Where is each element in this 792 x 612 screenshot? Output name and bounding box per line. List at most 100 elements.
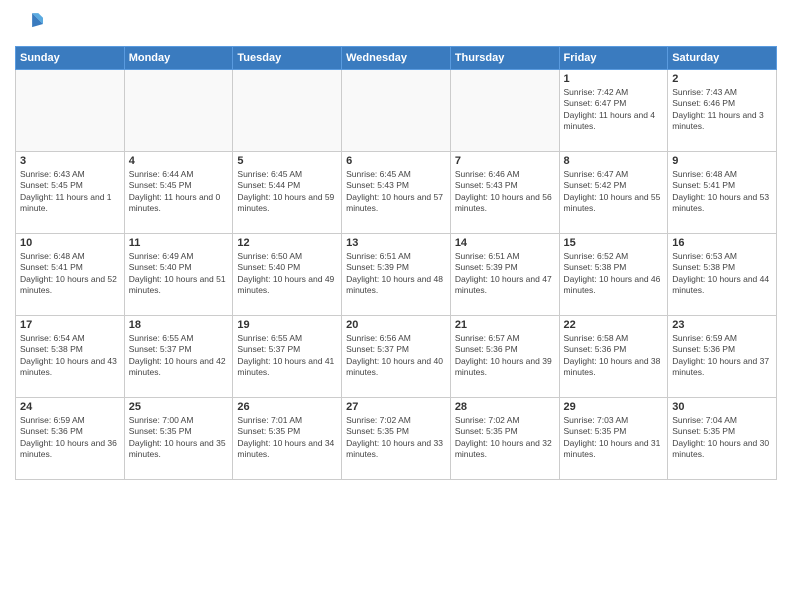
day-info: Sunrise: 7:01 AM Sunset: 5:35 PM Dayligh… [237, 415, 337, 461]
day-info: Sunrise: 6:55 AM Sunset: 5:37 PM Dayligh… [129, 333, 229, 379]
day-number: 17 [20, 319, 120, 331]
calendar-cell: 11 Sunrise: 6:49 AM Sunset: 5:40 PM Dayli… [124, 234, 233, 316]
day-number: 25 [129, 401, 229, 413]
day-info: Sunrise: 6:59 AM Sunset: 5:36 PM Dayligh… [672, 333, 772, 379]
day-number: 4 [129, 155, 229, 167]
calendar-cell: 28 Sunrise: 7:02 AM Sunset: 5:35 PM Dayli… [450, 398, 559, 480]
day-info: Sunrise: 6:56 AM Sunset: 5:37 PM Dayligh… [346, 333, 446, 379]
day-info: Sunrise: 6:51 AM Sunset: 5:39 PM Dayligh… [455, 251, 555, 297]
day-info: Sunrise: 6:59 AM Sunset: 5:36 PM Dayligh… [20, 415, 120, 461]
day-number: 27 [346, 401, 446, 413]
calendar-cell: 24 Sunrise: 6:59 AM Sunset: 5:36 PM Dayli… [16, 398, 125, 480]
day-info: Sunrise: 6:50 AM Sunset: 5:40 PM Dayligh… [237, 251, 337, 297]
calendar-cell: 26Sunrise: 7:01 AM Sunset: 5:35 PM Dayli… [233, 398, 342, 480]
calendar-body: 1Sunrise: 7:42 AM Sunset: 6:47 PM Daylig… [16, 70, 777, 480]
week-row-2: 10 Sunrise: 6:48 AM Sunset: 5:41 PM Dayli… [16, 234, 777, 316]
calendar-cell: 4 Sunrise: 6:44 AM Sunset: 5:45 PM Daylig… [124, 152, 233, 234]
day-info: Sunrise: 6:55 AM Sunset: 5:37 PM Dayligh… [237, 333, 337, 379]
day-number: 7 [455, 155, 555, 167]
day-number: 6 [346, 155, 446, 167]
calendar-cell: 6 Sunrise: 6:45 AM Sunset: 5:43 PM Daylig… [342, 152, 451, 234]
calendar-cell: 13 Sunrise: 6:51 AM Sunset: 5:39 PM Dayli… [342, 234, 451, 316]
day-info: Sunrise: 6:48 AM Sunset: 5:41 PM Dayligh… [20, 251, 120, 297]
calendar-cell: 22 Sunrise: 6:58 AM Sunset: 5:36 PM Dayli… [559, 316, 668, 398]
calendar-header: SundayMondayTuesdayWednesdayThursdayFrid… [16, 47, 777, 70]
day-number: 20 [346, 319, 446, 331]
page-container: SundayMondayTuesdayWednesdayThursdayFrid… [0, 0, 792, 490]
day-number: 2 [672, 73, 772, 85]
day-number: 12 [237, 237, 337, 249]
day-number: 29 [564, 401, 664, 413]
day-info: Sunrise: 7:04 AM Sunset: 5:35 PM Dayligh… [672, 415, 772, 461]
day-info: Sunrise: 6:45 AM Sunset: 5:43 PM Dayligh… [346, 169, 446, 215]
calendar-cell [233, 70, 342, 152]
calendar-cell [450, 70, 559, 152]
calendar-table: SundayMondayTuesdayWednesdayThursdayFrid… [15, 46, 777, 480]
day-number: 28 [455, 401, 555, 413]
day-number: 13 [346, 237, 446, 249]
day-info: Sunrise: 7:42 AM Sunset: 6:47 PM Dayligh… [564, 87, 664, 133]
calendar-cell: 23 Sunrise: 6:59 AM Sunset: 5:36 PM Dayli… [668, 316, 777, 398]
day-info: Sunrise: 6:43 AM Sunset: 5:45 PM Dayligh… [20, 169, 120, 215]
week-row-1: 3Sunrise: 6:43 AM Sunset: 5:45 PM Daylig… [16, 152, 777, 234]
day-number: 11 [129, 237, 229, 249]
week-row-3: 17 Sunrise: 6:54 AM Sunset: 5:38 PM Dayli… [16, 316, 777, 398]
calendar-cell: 3Sunrise: 6:43 AM Sunset: 5:45 PM Daylig… [16, 152, 125, 234]
day-number: 21 [455, 319, 555, 331]
day-info: Sunrise: 6:44 AM Sunset: 5:45 PM Dayligh… [129, 169, 229, 215]
day-number: 10 [20, 237, 120, 249]
calendar-cell: 16 Sunrise: 6:53 AM Sunset: 5:38 PM Dayli… [668, 234, 777, 316]
day-info: Sunrise: 6:54 AM Sunset: 5:38 PM Dayligh… [20, 333, 120, 379]
day-header-saturday: Saturday [668, 47, 777, 70]
calendar-cell: 5Sunrise: 6:45 AM Sunset: 5:44 PM Daylig… [233, 152, 342, 234]
day-header-friday: Friday [559, 47, 668, 70]
day-info: Sunrise: 6:45 AM Sunset: 5:44 PM Dayligh… [237, 169, 337, 215]
week-row-0: 1Sunrise: 7:42 AM Sunset: 6:47 PM Daylig… [16, 70, 777, 152]
day-info: Sunrise: 6:51 AM Sunset: 5:39 PM Dayligh… [346, 251, 446, 297]
calendar-cell: 8 Sunrise: 6:47 AM Sunset: 5:42 PM Daylig… [559, 152, 668, 234]
day-header-tuesday: Tuesday [233, 47, 342, 70]
day-header-wednesday: Wednesday [342, 47, 451, 70]
day-info: Sunrise: 6:47 AM Sunset: 5:42 PM Dayligh… [564, 169, 664, 215]
calendar-cell: 19 Sunrise: 6:55 AM Sunset: 5:37 PM Dayli… [233, 316, 342, 398]
day-info: Sunrise: 6:58 AM Sunset: 5:36 PM Dayligh… [564, 333, 664, 379]
calendar-cell: 1Sunrise: 7:42 AM Sunset: 6:47 PM Daylig… [559, 70, 668, 152]
day-number: 8 [564, 155, 664, 167]
calendar-cell: 27 Sunrise: 7:02 AM Sunset: 5:35 PM Dayli… [342, 398, 451, 480]
day-number: 16 [672, 237, 772, 249]
calendar-cell: 9Sunrise: 6:48 AM Sunset: 5:41 PM Daylig… [668, 152, 777, 234]
calendar-cell: 25 Sunrise: 7:00 AM Sunset: 5:35 PM Dayli… [124, 398, 233, 480]
day-info: Sunrise: 6:49 AM Sunset: 5:40 PM Dayligh… [129, 251, 229, 297]
day-header-sunday: Sunday [16, 47, 125, 70]
day-info: Sunrise: 6:48 AM Sunset: 5:41 PM Dayligh… [672, 169, 772, 215]
calendar-cell: 18Sunrise: 6:55 AM Sunset: 5:37 PM Dayli… [124, 316, 233, 398]
logo-icon [15, 10, 43, 38]
day-number: 24 [20, 401, 120, 413]
header-row: SundayMondayTuesdayWednesdayThursdayFrid… [16, 47, 777, 70]
calendar-cell: 20 Sunrise: 6:56 AM Sunset: 5:37 PM Dayli… [342, 316, 451, 398]
calendar-cell: 30Sunrise: 7:04 AM Sunset: 5:35 PM Dayli… [668, 398, 777, 480]
day-number: 23 [672, 319, 772, 331]
day-info: Sunrise: 6:46 AM Sunset: 5:43 PM Dayligh… [455, 169, 555, 215]
logo [15, 10, 47, 38]
day-header-thursday: Thursday [450, 47, 559, 70]
day-info: Sunrise: 7:43 AM Sunset: 6:46 PM Dayligh… [672, 87, 772, 133]
day-info: Sunrise: 7:02 AM Sunset: 5:35 PM Dayligh… [455, 415, 555, 461]
day-number: 22 [564, 319, 664, 331]
day-info: Sunrise: 7:00 AM Sunset: 5:35 PM Dayligh… [129, 415, 229, 461]
day-header-monday: Monday [124, 47, 233, 70]
calendar-cell: 14 Sunrise: 6:51 AM Sunset: 5:39 PM Dayli… [450, 234, 559, 316]
day-number: 19 [237, 319, 337, 331]
day-number: 14 [455, 237, 555, 249]
calendar-cell: 10 Sunrise: 6:48 AM Sunset: 5:41 PM Dayli… [16, 234, 125, 316]
week-row-4: 24 Sunrise: 6:59 AM Sunset: 5:36 PM Dayli… [16, 398, 777, 480]
calendar-cell: 7 Sunrise: 6:46 AM Sunset: 5:43 PM Daylig… [450, 152, 559, 234]
calendar-cell: 15Sunrise: 6:52 AM Sunset: 5:38 PM Dayli… [559, 234, 668, 316]
day-info: Sunrise: 6:53 AM Sunset: 5:38 PM Dayligh… [672, 251, 772, 297]
calendar-cell [342, 70, 451, 152]
calendar-cell: 21 Sunrise: 6:57 AM Sunset: 5:36 PM Dayli… [450, 316, 559, 398]
day-info: Sunrise: 6:57 AM Sunset: 5:36 PM Dayligh… [455, 333, 555, 379]
day-info: Sunrise: 6:52 AM Sunset: 5:38 PM Dayligh… [564, 251, 664, 297]
calendar-cell: 29Sunrise: 7:03 AM Sunset: 5:35 PM Dayli… [559, 398, 668, 480]
day-info: Sunrise: 7:02 AM Sunset: 5:35 PM Dayligh… [346, 415, 446, 461]
